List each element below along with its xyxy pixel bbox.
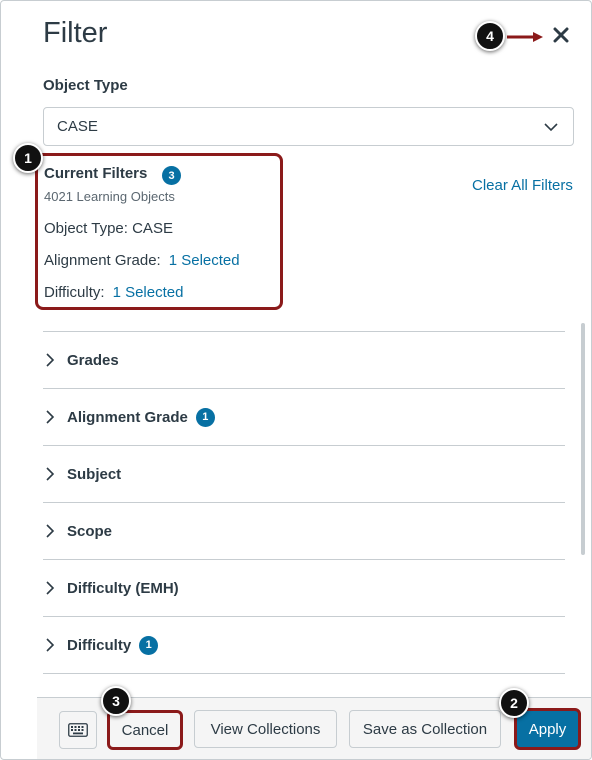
filter-line-label: Object Type: CASE <box>44 220 173 237</box>
object-type-label: Object Type <box>43 77 128 94</box>
section-label: Scope <box>67 522 113 540</box>
current-filters-count-badge: 3 <box>162 166 181 185</box>
chevron-right-icon <box>45 352 63 368</box>
section-scope[interactable]: Scope <box>43 502 565 559</box>
apply-button[interactable]: Apply <box>514 708 581 750</box>
filter-line-difficulty: Difficulty: 1 Selected <box>44 284 183 301</box>
results-count: 4021 Learning Objects <box>44 189 175 204</box>
cancel-button[interactable]: Cancel <box>107 710 183 750</box>
filter-line-object-type: Object Type: CASE <box>44 220 173 237</box>
callout-arrow <box>507 32 543 42</box>
filter-sections-list: Grades Alignment Grade 1 Subject Scope D… <box>43 331 565 693</box>
chevron-right-icon <box>45 580 63 596</box>
section-count-badge: 1 <box>195 407 215 427</box>
object-type-value: CASE <box>57 118 98 135</box>
callout-1: 1 <box>13 143 43 173</box>
dialog-title: Filter <box>43 17 108 49</box>
close-button[interactable] <box>549 23 573 47</box>
keyboard-shortcuts-button[interactable] <box>59 711 97 749</box>
section-count-badge: 1 <box>139 635 159 655</box>
filter-line-label: Difficulty: <box>44 284 105 301</box>
chevron-right-icon <box>45 523 63 539</box>
filter-dialog: Filter Object Type CASE Current Filters … <box>0 0 592 760</box>
object-type-select[interactable]: CASE <box>43 107 574 146</box>
chevron-down-icon <box>544 123 558 132</box>
section-difficulty-emh[interactable]: Difficulty (EMH) <box>43 559 565 616</box>
section-label: Grades <box>67 351 119 369</box>
section-subject[interactable]: Subject <box>43 445 565 502</box>
callout-2: 2 <box>499 688 529 718</box>
chevron-right-icon <box>45 466 63 482</box>
section-label: Difficulty <box>67 636 132 654</box>
section-label: Subject <box>67 465 122 483</box>
chevron-right-icon <box>45 637 63 653</box>
filter-line-label: Alignment Grade: <box>44 252 161 269</box>
section-grades[interactable]: Grades <box>43 331 565 388</box>
section-label: Alignment Grade <box>67 408 188 426</box>
save-as-collection-button[interactable]: Save as Collection <box>349 710 501 748</box>
current-filters-title: Current Filters <box>44 165 148 182</box>
callout-3: 3 <box>101 686 131 716</box>
view-collections-button[interactable]: View Collections <box>194 710 337 748</box>
list-scrollbar[interactable] <box>581 323 585 555</box>
section-alignment-grade[interactable]: Alignment Grade 1 <box>43 388 565 445</box>
clear-all-filters-link[interactable]: Clear All Filters <box>472 177 573 194</box>
close-icon <box>553 27 569 43</box>
filter-line-alignment-grade: Alignment Grade: 1 Selected <box>44 252 240 269</box>
difficulty-selected-link[interactable]: 1 Selected <box>113 284 184 301</box>
section-label: Difficulty (EMH) <box>67 579 179 597</box>
chevron-right-icon <box>45 409 63 425</box>
callout-4: 4 <box>475 21 505 51</box>
alignment-grade-selected-link[interactable]: 1 Selected <box>169 252 240 269</box>
section-difficulty[interactable]: Difficulty 1 <box>43 616 565 673</box>
keyboard-icon <box>68 723 88 737</box>
